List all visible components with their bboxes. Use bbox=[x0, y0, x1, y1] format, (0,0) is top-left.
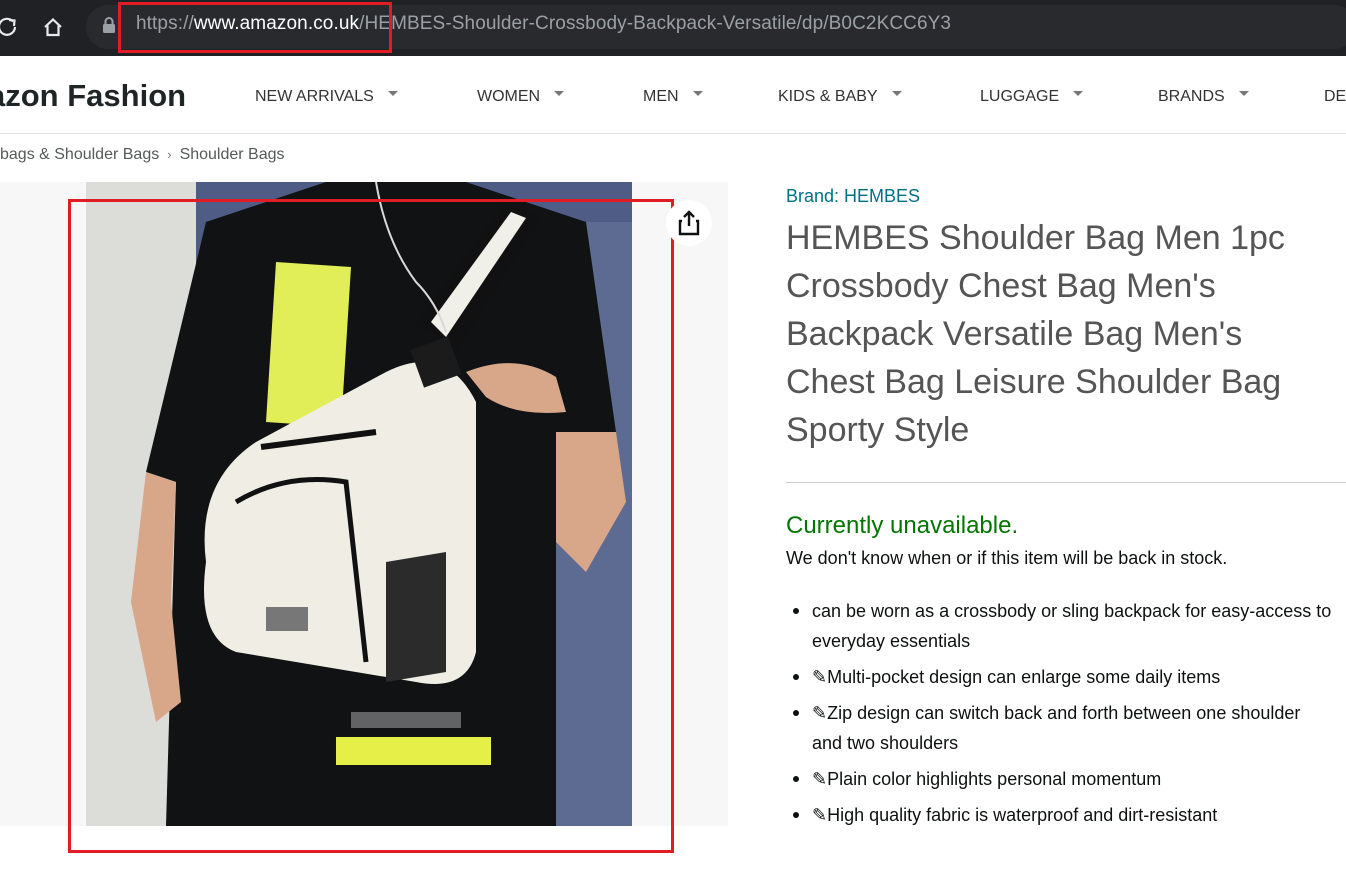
nav-label: NEW ARRIVALS bbox=[255, 88, 374, 105]
caret-down-icon bbox=[1238, 90, 1249, 96]
nav-women[interactable]: WOMEN bbox=[477, 88, 565, 106]
breadcrumb-separator: › bbox=[167, 147, 172, 162]
product-title: HEMBES Shoulder Bag Men 1pc Crossbody Ch… bbox=[786, 219, 1285, 449]
caret-down-icon bbox=[1073, 90, 1084, 96]
stock-note: We don't know when or if this item will … bbox=[786, 548, 1228, 568]
list-item: ✎Plain color highlights personal momentu… bbox=[786, 764, 1334, 794]
nav-brands[interactable]: BRANDS bbox=[1158, 88, 1249, 106]
divider bbox=[786, 482, 1346, 483]
list-item: ✎Zip design can switch back and forth be… bbox=[786, 698, 1334, 758]
nav-kids-baby[interactable]: KIDS & BABY bbox=[778, 88, 902, 106]
lock-icon[interactable] bbox=[102, 16, 116, 34]
nav-label: BRANDS bbox=[1158, 88, 1225, 105]
nav-label: MEN bbox=[643, 88, 679, 105]
feature-bullets: can be worn as a crossbody or sling back… bbox=[786, 596, 1334, 836]
caret-down-icon bbox=[692, 90, 703, 96]
nav-label: LUGGAGE bbox=[980, 88, 1060, 105]
share-icon[interactable] bbox=[666, 200, 712, 246]
url-path: /HEMBES-Shoulder-Crossbody-Backpack-Vers… bbox=[359, 13, 952, 34]
list-item: can be worn as a crossbody or sling back… bbox=[786, 596, 1334, 656]
home-icon[interactable] bbox=[38, 12, 68, 42]
nav-label: KIDS & BABY bbox=[778, 88, 878, 105]
brand-link[interactable]: Brand: HEMBES bbox=[786, 186, 920, 207]
url-highlight-box bbox=[118, 2, 392, 53]
caret-down-icon bbox=[387, 90, 398, 96]
list-item: ✎High quality fabric is waterproof and d… bbox=[786, 800, 1334, 830]
caret-down-icon bbox=[891, 90, 902, 96]
nav-label: WOMEN bbox=[477, 88, 541, 105]
availability-status: Currently unavailable. bbox=[786, 512, 1019, 539]
nav-men[interactable]: MEN bbox=[643, 88, 703, 106]
list-item: ✎Multi-pocket design can enlarge some da… bbox=[786, 662, 1334, 692]
nav-label: DE bbox=[1324, 88, 1346, 105]
caret-down-icon bbox=[554, 90, 565, 96]
nav-luggage[interactable]: LUGGAGE bbox=[980, 88, 1084, 106]
reload-icon[interactable] bbox=[0, 12, 22, 42]
nav-deals[interactable]: DE bbox=[1324, 88, 1346, 106]
store-logo[interactable]: azon Fashion bbox=[0, 78, 186, 114]
nav-new-arrivals[interactable]: NEW ARRIVALS bbox=[255, 88, 398, 106]
breadcrumb-item[interactable]: bags & Shoulder Bags bbox=[0, 146, 159, 163]
image-highlight-box bbox=[68, 199, 674, 853]
breadcrumb-item[interactable]: Shoulder Bags bbox=[180, 146, 285, 163]
breadcrumb: bags & Shoulder Bags › Shoulder Bags bbox=[0, 146, 285, 164]
